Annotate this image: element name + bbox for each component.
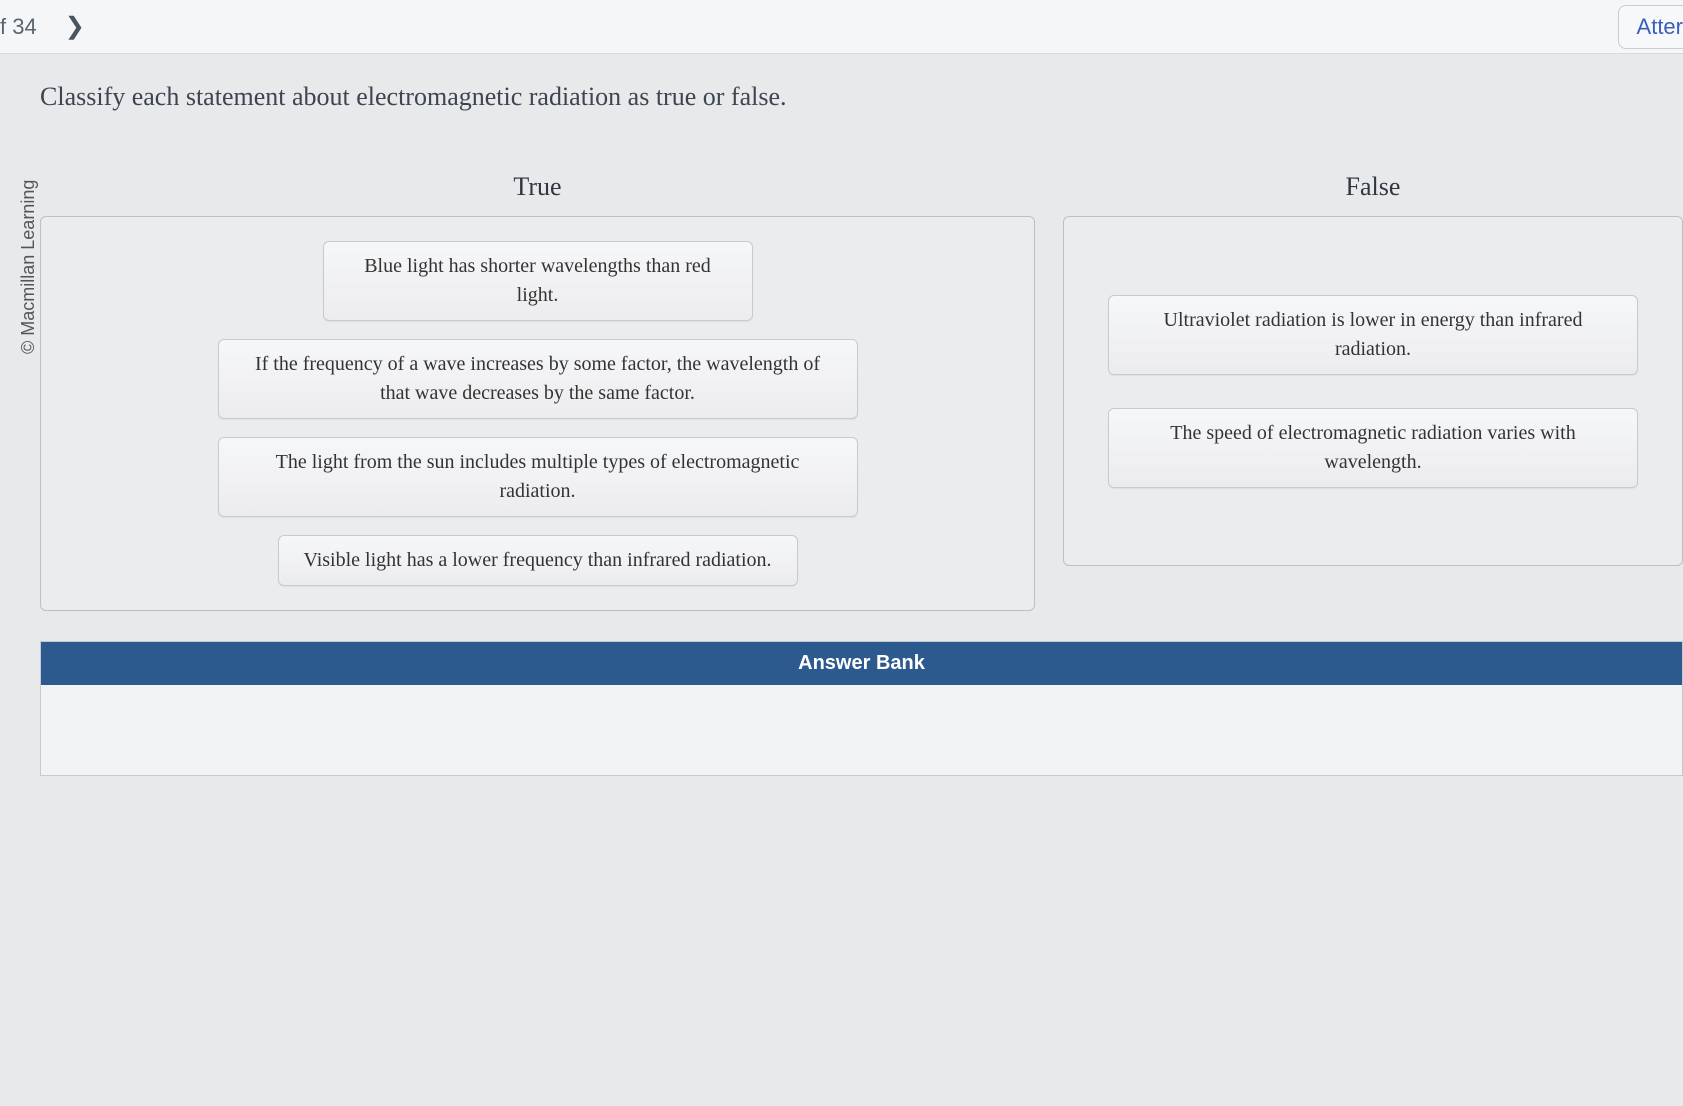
statement-tile[interactable]: Visible light has a lower frequency than… <box>278 535 798 586</box>
copyright-text: © Macmillan Learning <box>18 180 39 354</box>
true-title: True <box>40 172 1035 202</box>
top-bar-left: f 34 ❯ <box>0 12 85 41</box>
false-column: False Ultraviolet radiation is lower in … <box>1063 172 1683 611</box>
true-dropzone[interactable]: Blue light has shorter wavelengths than … <box>40 216 1035 611</box>
attempt-button[interactable]: Atter <box>1618 5 1683 49</box>
statement-tile[interactable]: The speed of electromagnetic radiation v… <box>1108 408 1638 488</box>
answer-bank-header: Answer Bank <box>41 642 1682 685</box>
answer-bank-body[interactable] <box>41 685 1682 775</box>
next-chevron-icon[interactable]: ❯ <box>65 12 85 41</box>
statement-tile[interactable]: If the frequency of a wave increases by … <box>218 339 858 419</box>
statement-tile[interactable]: Blue light has shorter wavelengths than … <box>323 241 753 321</box>
answer-bank: Answer Bank <box>40 641 1683 776</box>
false-title: False <box>1063 172 1683 202</box>
top-bar: f 34 ❯ Atter <box>0 0 1683 54</box>
statement-tile[interactable]: The light from the sun includes multiple… <box>218 437 858 517</box>
statement-tile[interactable]: Ultraviolet radiation is lower in energy… <box>1108 295 1638 375</box>
false-dropzone[interactable]: Ultraviolet radiation is lower in energy… <box>1063 216 1683 566</box>
true-column: True Blue light has shorter wavelengths … <box>40 172 1035 611</box>
page-count: f 34 <box>0 14 37 40</box>
classification-bins: True Blue light has shorter wavelengths … <box>40 172 1683 611</box>
content: © Macmillan Learning Classify each state… <box>0 54 1683 776</box>
question-prompt: Classify each statement about electromag… <box>40 82 1683 112</box>
